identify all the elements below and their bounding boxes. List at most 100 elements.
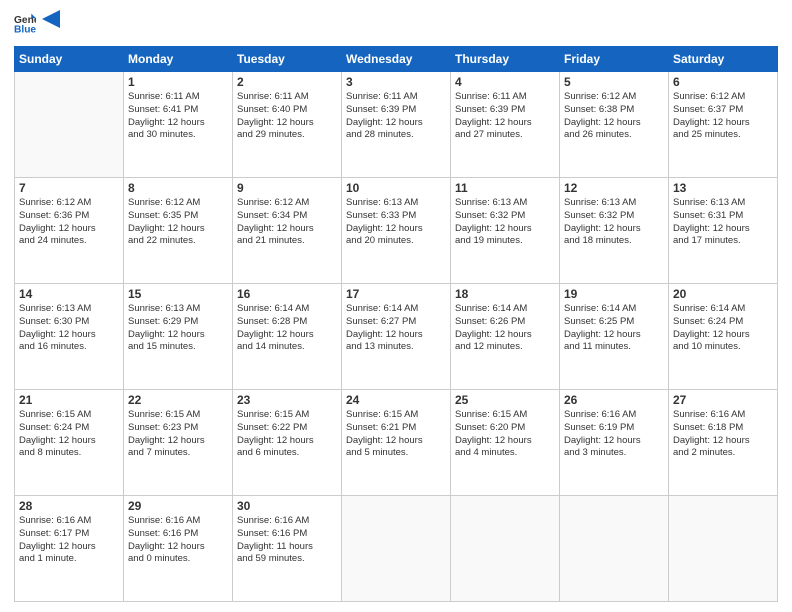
logo: General Blue [14,10,60,38]
day-number: 15 [128,287,228,301]
day-cell-20: 20 Sunrise: 6:14 AM Sunset: 6:24 PM Dayli… [669,284,778,390]
day-info: Sunrise: 6:15 AM Sunset: 6:22 PM Dayligh… [237,409,337,460]
empty-cell [451,496,560,602]
day-number: 12 [564,181,664,195]
day-cell-3: 3 Sunrise: 6:11 AM Sunset: 6:39 PM Daylig… [342,72,451,178]
day-info: Sunrise: 6:13 AM Sunset: 6:30 PM Dayligh… [19,303,119,354]
empty-cell [15,72,124,178]
day-number: 29 [128,499,228,513]
day-info: Sunrise: 6:15 AM Sunset: 6:21 PM Dayligh… [346,409,446,460]
day-number: 8 [128,181,228,195]
day-number: 10 [346,181,446,195]
day-cell-5: 5Sunrise: 6:12 AM Sunset: 6:38 PM Daylig… [560,72,669,178]
day-cell-24: 24Sunrise: 6:15 AM Sunset: 6:21 PM Dayli… [342,390,451,496]
day-number: 18 [455,287,555,301]
day-number: 14 [19,287,119,301]
weekday-header-wednesday: Wednesday [342,47,451,72]
week-row-2: 7 Sunrise: 6:12 AM Sunset: 6:36 PM Daylig… [15,178,778,284]
day-number: 21 [19,393,119,407]
day-cell-12: 12 Sunrise: 6:13 AM Sunset: 6:32 PM Dayli… [560,178,669,284]
day-cell-11: 11Sunrise: 6:13 AM Sunset: 6:32 PM Dayli… [451,178,560,284]
day-number: 3 [346,75,446,89]
day-number: 11 [455,181,555,195]
day-number: 30 [237,499,337,513]
day-cell-17: 17Sunrise: 6:14 AM Sunset: 6:27 PM Dayli… [342,284,451,390]
svg-text:Blue: Blue [14,24,36,34]
day-cell-1: 1Sunrise: 6:11 AM Sunset: 6:41 PM Daylig… [124,72,233,178]
day-info: Sunrise: 6:16 AM Sunset: 6:16 PM Dayligh… [128,515,228,566]
empty-cell [669,496,778,602]
day-info: Sunrise: 6:15 AM Sunset: 6:20 PM Dayligh… [455,409,555,460]
day-info: Sunrise: 6:11 AM Sunset: 6:41 PM Dayligh… [128,91,228,142]
week-row-1: 1Sunrise: 6:11 AM Sunset: 6:41 PM Daylig… [15,72,778,178]
day-number: 2 [237,75,337,89]
weekday-header-row: SundayMondayTuesdayWednesdayThursdayFrid… [15,47,778,72]
day-cell-19: 19 Sunrise: 6:14 AM Sunset: 6:25 PM Dayli… [560,284,669,390]
week-row-5: 28Sunrise: 6:16 AM Sunset: 6:17 PM Dayli… [15,496,778,602]
day-info: Sunrise: 6:16 AM Sunset: 6:19 PM Dayligh… [564,409,664,460]
day-info: Sunrise: 6:14 AM Sunset: 6:24 PM Dayligh… [673,303,773,354]
empty-cell [560,496,669,602]
week-row-4: 21 Sunrise: 6:15 AM Sunset: 6:24 PM Dayli… [15,390,778,496]
day-info: Sunrise: 6:12 AM Sunset: 6:36 PM Dayligh… [19,197,119,248]
day-number: 4 [455,75,555,89]
day-cell-4: 4 Sunrise: 6:11 AM Sunset: 6:39 PM Daylig… [451,72,560,178]
day-info: Sunrise: 6:14 AM Sunset: 6:27 PM Dayligh… [346,303,446,354]
weekday-header-tuesday: Tuesday [233,47,342,72]
day-info: Sunrise: 6:16 AM Sunset: 6:18 PM Dayligh… [673,409,773,460]
day-info: Sunrise: 6:12 AM Sunset: 6:35 PM Dayligh… [128,197,228,248]
day-cell-26: 26 Sunrise: 6:16 AM Sunset: 6:19 PM Dayli… [560,390,669,496]
day-cell-10: 10 Sunrise: 6:13 AM Sunset: 6:33 PM Dayli… [342,178,451,284]
day-number: 23 [237,393,337,407]
day-cell-7: 7 Sunrise: 6:12 AM Sunset: 6:36 PM Daylig… [15,178,124,284]
day-number: 7 [19,181,119,195]
day-cell-21: 21 Sunrise: 6:15 AM Sunset: 6:24 PM Dayli… [15,390,124,496]
day-cell-30: 30 Sunrise: 6:16 AM Sunset: 6:16 PM Dayli… [233,496,342,602]
day-info: Sunrise: 6:12 AM Sunset: 6:34 PM Dayligh… [237,197,337,248]
day-cell-18: 18 Sunrise: 6:14 AM Sunset: 6:26 PM Dayli… [451,284,560,390]
day-info: Sunrise: 6:14 AM Sunset: 6:26 PM Dayligh… [455,303,555,354]
day-number: 6 [673,75,773,89]
day-cell-27: 27 Sunrise: 6:16 AM Sunset: 6:18 PM Dayli… [669,390,778,496]
calendar-table: SundayMondayTuesdayWednesdayThursdayFrid… [14,46,778,602]
day-cell-2: 2 Sunrise: 6:11 AM Sunset: 6:40 PM Daylig… [233,72,342,178]
day-info: Sunrise: 6:13 AM Sunset: 6:32 PM Dayligh… [564,197,664,248]
day-number: 16 [237,287,337,301]
day-number: 25 [455,393,555,407]
day-info: Sunrise: 6:13 AM Sunset: 6:33 PM Dayligh… [346,197,446,248]
day-cell-25: 25 Sunrise: 6:15 AM Sunset: 6:20 PM Dayli… [451,390,560,496]
day-number: 9 [237,181,337,195]
day-info: Sunrise: 6:13 AM Sunset: 6:31 PM Dayligh… [673,197,773,248]
day-number: 22 [128,393,228,407]
day-cell-8: 8 Sunrise: 6:12 AM Sunset: 6:35 PM Daylig… [124,178,233,284]
day-number: 13 [673,181,773,195]
day-info: Sunrise: 6:16 AM Sunset: 6:16 PM Dayligh… [237,515,337,566]
day-cell-29: 29 Sunrise: 6:16 AM Sunset: 6:16 PM Dayli… [124,496,233,602]
day-number: 5 [564,75,664,89]
day-cell-14: 14 Sunrise: 6:13 AM Sunset: 6:30 PM Dayli… [15,284,124,390]
day-info: Sunrise: 6:14 AM Sunset: 6:28 PM Dayligh… [237,303,337,354]
weekday-header-saturday: Saturday [669,47,778,72]
logo-icon: General Blue [14,12,36,34]
day-cell-22: 22 Sunrise: 6:15 AM Sunset: 6:23 PM Dayli… [124,390,233,496]
week-row-3: 14 Sunrise: 6:13 AM Sunset: 6:30 PM Dayli… [15,284,778,390]
day-cell-9: 9 Sunrise: 6:12 AM Sunset: 6:34 PM Daylig… [233,178,342,284]
day-cell-15: 15Sunrise: 6:13 AM Sunset: 6:29 PM Dayli… [124,284,233,390]
weekday-header-friday: Friday [560,47,669,72]
day-cell-6: 6Sunrise: 6:12 AM Sunset: 6:37 PM Daylig… [669,72,778,178]
day-info: Sunrise: 6:15 AM Sunset: 6:23 PM Dayligh… [128,409,228,460]
day-cell-16: 16 Sunrise: 6:14 AM Sunset: 6:28 PM Dayli… [233,284,342,390]
day-info: Sunrise: 6:16 AM Sunset: 6:17 PM Dayligh… [19,515,119,566]
day-info: Sunrise: 6:11 AM Sunset: 6:39 PM Dayligh… [455,91,555,142]
weekday-header-thursday: Thursday [451,47,560,72]
day-number: 19 [564,287,664,301]
day-number: 26 [564,393,664,407]
day-cell-13: 13 Sunrise: 6:13 AM Sunset: 6:31 PM Dayli… [669,178,778,284]
day-info: Sunrise: 6:11 AM Sunset: 6:39 PM Dayligh… [346,91,446,142]
day-info: Sunrise: 6:15 AM Sunset: 6:24 PM Dayligh… [19,409,119,460]
day-info: Sunrise: 6:14 AM Sunset: 6:25 PM Dayligh… [564,303,664,354]
day-number: 20 [673,287,773,301]
day-cell-28: 28Sunrise: 6:16 AM Sunset: 6:17 PM Dayli… [15,496,124,602]
day-info: Sunrise: 6:11 AM Sunset: 6:40 PM Dayligh… [237,91,337,142]
day-number: 27 [673,393,773,407]
